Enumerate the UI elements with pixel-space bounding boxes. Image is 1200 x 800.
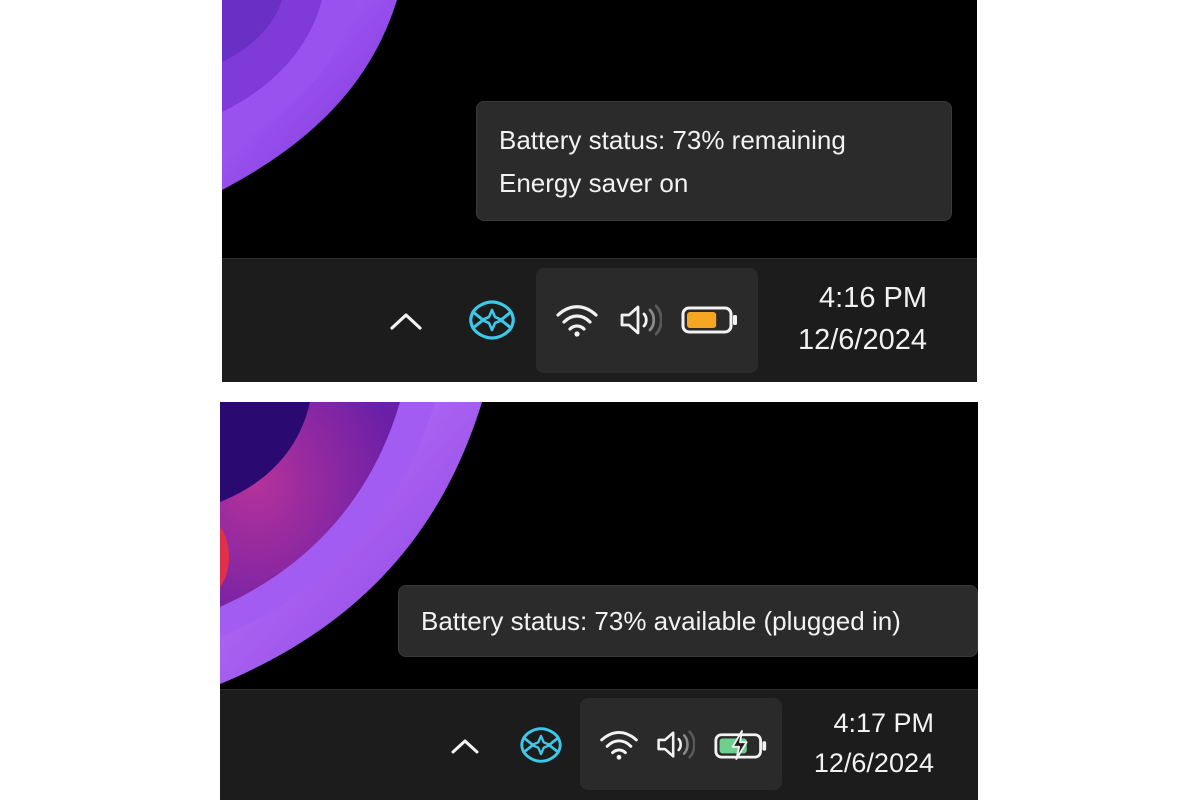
battery-charging-icon	[714, 730, 768, 760]
battery-icon	[681, 305, 739, 335]
volume-icon	[655, 728, 695, 761]
show-hidden-icons-chevron-icon[interactable]	[445, 726, 485, 766]
volume-icon	[618, 302, 662, 338]
battery-tooltip: Battery status: 73% remaining Energy sav…	[476, 101, 952, 221]
wifi-icon	[554, 302, 600, 338]
tooltip-line-battery-status: Battery status: 73% available (plugged i…	[421, 606, 901, 636]
tooltip-line-energy-saver: Energy saver on	[499, 168, 689, 198]
copilot-icon[interactable]	[468, 296, 516, 344]
screenshot-energy-saver: Battery status: 73% remaining Energy sav…	[222, 0, 977, 382]
show-hidden-icons-chevron-icon[interactable]	[386, 301, 426, 341]
taskbar: 4:17 PM 12/6/2024	[220, 689, 978, 800]
tooltip-line-battery-status: Battery status: 73% remaining	[499, 125, 846, 155]
screenshot-plugged-in: Battery status: 73% available (plugged i…	[220, 402, 978, 800]
taskbar: 4:16 PM 12/6/2024	[222, 258, 977, 382]
clock-time: 4:17 PM	[833, 708, 934, 738]
clock[interactable]: 4:16 PM 12/6/2024	[798, 277, 927, 361]
clock-date: 12/6/2024	[813, 748, 934, 778]
system-tray-quick-settings[interactable]	[580, 698, 782, 790]
system-tray-quick-settings[interactable]	[536, 268, 758, 373]
wifi-icon	[598, 728, 640, 761]
clock-date: 12/6/2024	[797, 324, 927, 356]
clock-time: 4:16 PM	[819, 282, 927, 314]
battery-tooltip: Battery status: 73% available (plugged i…	[398, 585, 978, 657]
copilot-icon[interactable]	[517, 721, 565, 769]
clock[interactable]: 4:17 PM 12/6/2024	[814, 703, 934, 783]
